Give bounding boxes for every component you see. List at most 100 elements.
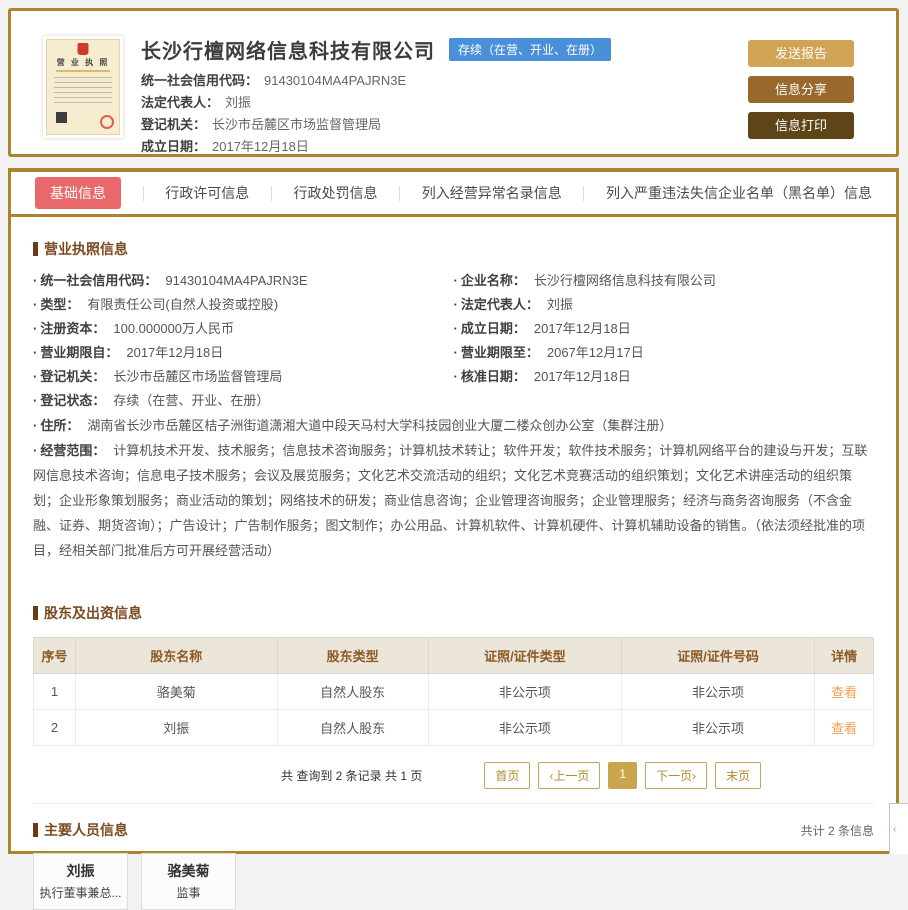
- field-label: 统一社会信用代码：: [141, 73, 259, 88]
- tab-basic-info[interactable]: 基础信息: [35, 177, 121, 209]
- record-count-text: 共 查询到 2 条记录 共 1 页: [281, 769, 423, 783]
- section-title-text: 主要人员信息: [44, 822, 128, 838]
- company-header-card: 营 业 执 照 长沙行檀网络信息科技有限公司 存续（在营、开业、在册） 统一社会…: [8, 8, 899, 157]
- next-page-button[interactable]: 下一页›: [645, 762, 708, 789]
- view-detail-link[interactable]: 查看: [831, 721, 857, 736]
- column-header: 证照/证件类型: [427, 637, 622, 674]
- field-row: · 成立日期： 2017年12月18日: [453, 321, 631, 336]
- tab-abnormal-operations[interactable]: 列入经营异常名录信息: [422, 183, 562, 203]
- cell-shareholder-type: 自然人股东: [276, 673, 429, 710]
- section-title-text: 股东及出资信息: [44, 605, 142, 621]
- print-info-button[interactable]: 信息打印: [748, 112, 854, 139]
- tab-divider: [399, 185, 401, 201]
- field-label: 经营范围：: [40, 443, 106, 458]
- field-row: · 企业名称： 长沙行檀网络信息科技有限公司: [453, 273, 716, 288]
- pagination-row: 共 查询到 2 条记录 共 1 页 首页 ‹上一页 1 下一页› 末页: [33, 762, 874, 789]
- chevron-left-icon: ‹: [893, 823, 897, 835]
- person-role: 监事: [176, 886, 201, 900]
- field-value: 91430104MA4PAJRN3E: [264, 73, 407, 88]
- field-value: 长沙行檀网络信息科技有限公司: [533, 273, 716, 288]
- tab-administrative-penalty[interactable]: 行政处罚信息: [294, 183, 378, 203]
- column-header: 股东类型: [276, 637, 429, 674]
- pagination-controls: 首页 ‹上一页 1 下一页› 末页: [480, 762, 765, 789]
- field-row: · 登记状态： 存续（在营、开业、在册）: [33, 393, 270, 408]
- tab-divider: [270, 185, 272, 201]
- field-value: 有限责任公司(自然人投资或控股): [87, 297, 279, 312]
- staff-section-title: 主要人员信息: [33, 820, 128, 840]
- section-marker-icon: [33, 606, 38, 620]
- table-row: 1 骆美菊 自然人股东 非公示项 非公示项 查看: [33, 673, 874, 710]
- license-title: 营 业 执 照: [56, 58, 110, 67]
- business-license-document: 营 业 执 照: [46, 39, 120, 135]
- field-label: 住所：: [40, 418, 80, 433]
- field-row: · 核准日期： 2017年12月18日: [453, 369, 631, 384]
- company-info-block: 长沙行檀网络信息科技有限公司 存续（在营、开业、在册） 统一社会信用代码： 914…: [123, 11, 736, 154]
- section-marker-icon: [33, 242, 38, 256]
- cell-index: 2: [33, 709, 76, 746]
- field-value: 计算机技术开发、技术服务；信息技术咨询服务；计算机技术转让；软件开发；软件技术服…: [33, 443, 868, 558]
- main-content-card: 基础信息 行政许可信息 行政处罚信息 列入经营异常名录信息 列入严重违法失信企业…: [8, 168, 899, 910]
- field-value: 湖南省长沙市岳麓区桔子洲街道潇湘大道中段天马村大学科技园创业大厦二楼众创办公室（…: [87, 418, 673, 433]
- field-label: 营业期限至：: [460, 345, 539, 360]
- cell-cert-type: 非公示项: [427, 673, 622, 710]
- cell-cert-number: 非公示项: [620, 709, 816, 746]
- field-value: 100.000000万人民币: [113, 321, 235, 336]
- license-fields-grid: · 统一社会信用代码： 91430104MA4PAJRN3E · 类型： 有限责任公司(…: [33, 269, 874, 413]
- floating-side-widget[interactable]: ‹: [889, 803, 908, 854]
- field-value: 2017年12月18日: [126, 345, 224, 360]
- field-label: 成立日期：: [460, 321, 526, 336]
- field-label: 统一社会信用代码：: [40, 273, 158, 288]
- last-page-button[interactable]: 末页: [715, 762, 762, 789]
- cell-index: 1: [33, 673, 76, 710]
- field-row: · 登记机关： 长沙市岳麓区市场监督管理局: [33, 369, 283, 384]
- company-name: 长沙行檀网络信息科技有限公司: [141, 41, 435, 63]
- share-info-button[interactable]: 信息分享: [748, 76, 854, 103]
- field-label: 成立日期：: [141, 139, 207, 154]
- person-card[interactable]: 骆美菊 监事: [141, 853, 236, 910]
- field-label: 登记状态：: [40, 393, 106, 408]
- license-subline: [55, 70, 111, 72]
- field-value: 刘振: [546, 297, 573, 312]
- section-marker-icon: [33, 823, 38, 837]
- field-label: 营业期限自：: [40, 345, 119, 360]
- send-report-button[interactable]: 发送报告: [748, 40, 854, 67]
- shareholders-table: 序号 股东名称 股东类型 证照/证件类型 证照/证件号码 详情 1 骆美菊 自然…: [33, 637, 874, 746]
- staff-count-text: 共计 2 条信息: [800, 823, 874, 838]
- field-label: 核准日期：: [460, 369, 526, 384]
- tab-administrative-license[interactable]: 行政许可信息: [165, 183, 249, 203]
- field-label: 注册资本：: [40, 321, 106, 336]
- column-header: 股东名称: [75, 637, 278, 674]
- person-role: 执行董事兼总...: [39, 886, 122, 900]
- section-divider: [33, 803, 874, 804]
- field-value: 长沙市岳麓区市场监督管理局: [212, 117, 382, 132]
- field-value: 91430104MA4PAJRN3E: [165, 273, 308, 288]
- tab-divider: [142, 185, 144, 201]
- view-detail-link[interactable]: 查看: [831, 685, 857, 700]
- field-row: · 类型： 有限责任公司(自然人投资或控股): [33, 297, 279, 312]
- cell-cert-number: 非公示项: [620, 673, 816, 710]
- field-row: · 注册资本： 100.000000万人民币: [33, 321, 235, 336]
- field-label: 类型：: [40, 297, 80, 312]
- person-name: 刘振: [66, 863, 95, 879]
- person-card[interactable]: 刘振 执行董事兼总...: [33, 853, 128, 910]
- first-page-button[interactable]: 首页: [484, 762, 531, 789]
- key-personnel-list: 刘振 执行董事兼总... 骆美菊 监事: [33, 853, 874, 910]
- section-title-text: 营业执照信息: [44, 241, 128, 257]
- business-license-image: 营 业 执 照: [43, 36, 123, 138]
- cell-shareholder-name: 骆美菊: [75, 673, 278, 710]
- field-row: · 营业期限至： 2067年12月17日: [453, 345, 644, 360]
- current-page-button[interactable]: 1: [608, 762, 638, 789]
- header-action-buttons: 发送报告 信息分享 信息打印: [748, 40, 854, 154]
- tab-blacklist[interactable]: 列入严重违法失信企业名单（黑名单）信息: [606, 183, 872, 203]
- field-value: 刘振: [225, 95, 252, 110]
- table-header-row: 序号 股东名称 股东类型 证照/证件类型 证照/证件号码 详情: [33, 637, 874, 674]
- cell-shareholder-name: 刘振: [75, 709, 278, 746]
- cell-cert-type: 非公示项: [427, 709, 622, 746]
- field-value: 2067年12月17日: [546, 345, 644, 360]
- prev-page-button[interactable]: ‹上一页: [538, 762, 601, 789]
- field-value: 2017年12月18日: [533, 369, 631, 384]
- field-row: · 统一社会信用代码： 91430104MA4PAJRN3E: [33, 273, 308, 288]
- field-label: 法定代表人：: [460, 297, 539, 312]
- field-row: · 营业期限自： 2017年12月18日: [33, 345, 224, 360]
- business-scope-row: · 经营范围： 计算机技术开发、技术服务；信息技术咨询服务；计算机技术转让；软件开发…: [33, 443, 868, 558]
